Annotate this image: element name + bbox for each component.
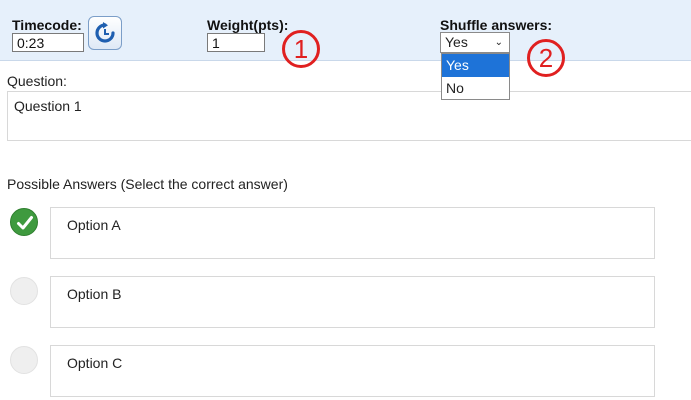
answer-radio[interactable] [10,346,38,374]
timecode-input[interactable]: 0:23 [12,33,84,52]
answer-input-option-b[interactable]: Option B [50,276,655,328]
answer-row: Option A [0,207,691,262]
shuffle-selected-value: Yes [445,34,468,50]
answer-input-option-a[interactable]: Option A [50,207,655,259]
shuffle-answers-dropdown: Yes No [441,53,510,100]
answer-row: Option B [0,276,691,331]
weight-label: Weight(pts): [207,17,289,33]
answer-input-option-c[interactable]: Option C [50,345,655,397]
correct-answer-radio[interactable] [10,208,38,236]
question-settings-bar: Timecode: 0:23 Weight(pts): 1 Shuffle an… [0,0,691,61]
dropdown-option-no[interactable]: No [442,77,509,100]
question-input[interactable]: Question 1 [7,91,691,141]
dropdown-option-yes[interactable]: Yes [442,54,509,77]
checkmark-icon [17,216,33,230]
callout-marker-1: 1 [282,30,320,68]
weight-input[interactable]: 1 [207,33,265,52]
question-label: Question: [7,73,67,89]
shuffle-answers-label: Shuffle answers: [440,17,553,33]
refresh-icon [95,22,115,43]
timecode-label: Timecode: [12,17,82,33]
answer-radio[interactable] [10,277,38,305]
possible-answers-label: Possible Answers (Select the correct ans… [7,176,288,192]
shuffle-answers-select[interactable]: Yes ⌄ [440,32,510,53]
callout-marker-2: 2 [527,39,565,77]
refresh-timecode-button[interactable] [88,16,122,50]
chevron-down-icon: ⌄ [494,37,503,48]
